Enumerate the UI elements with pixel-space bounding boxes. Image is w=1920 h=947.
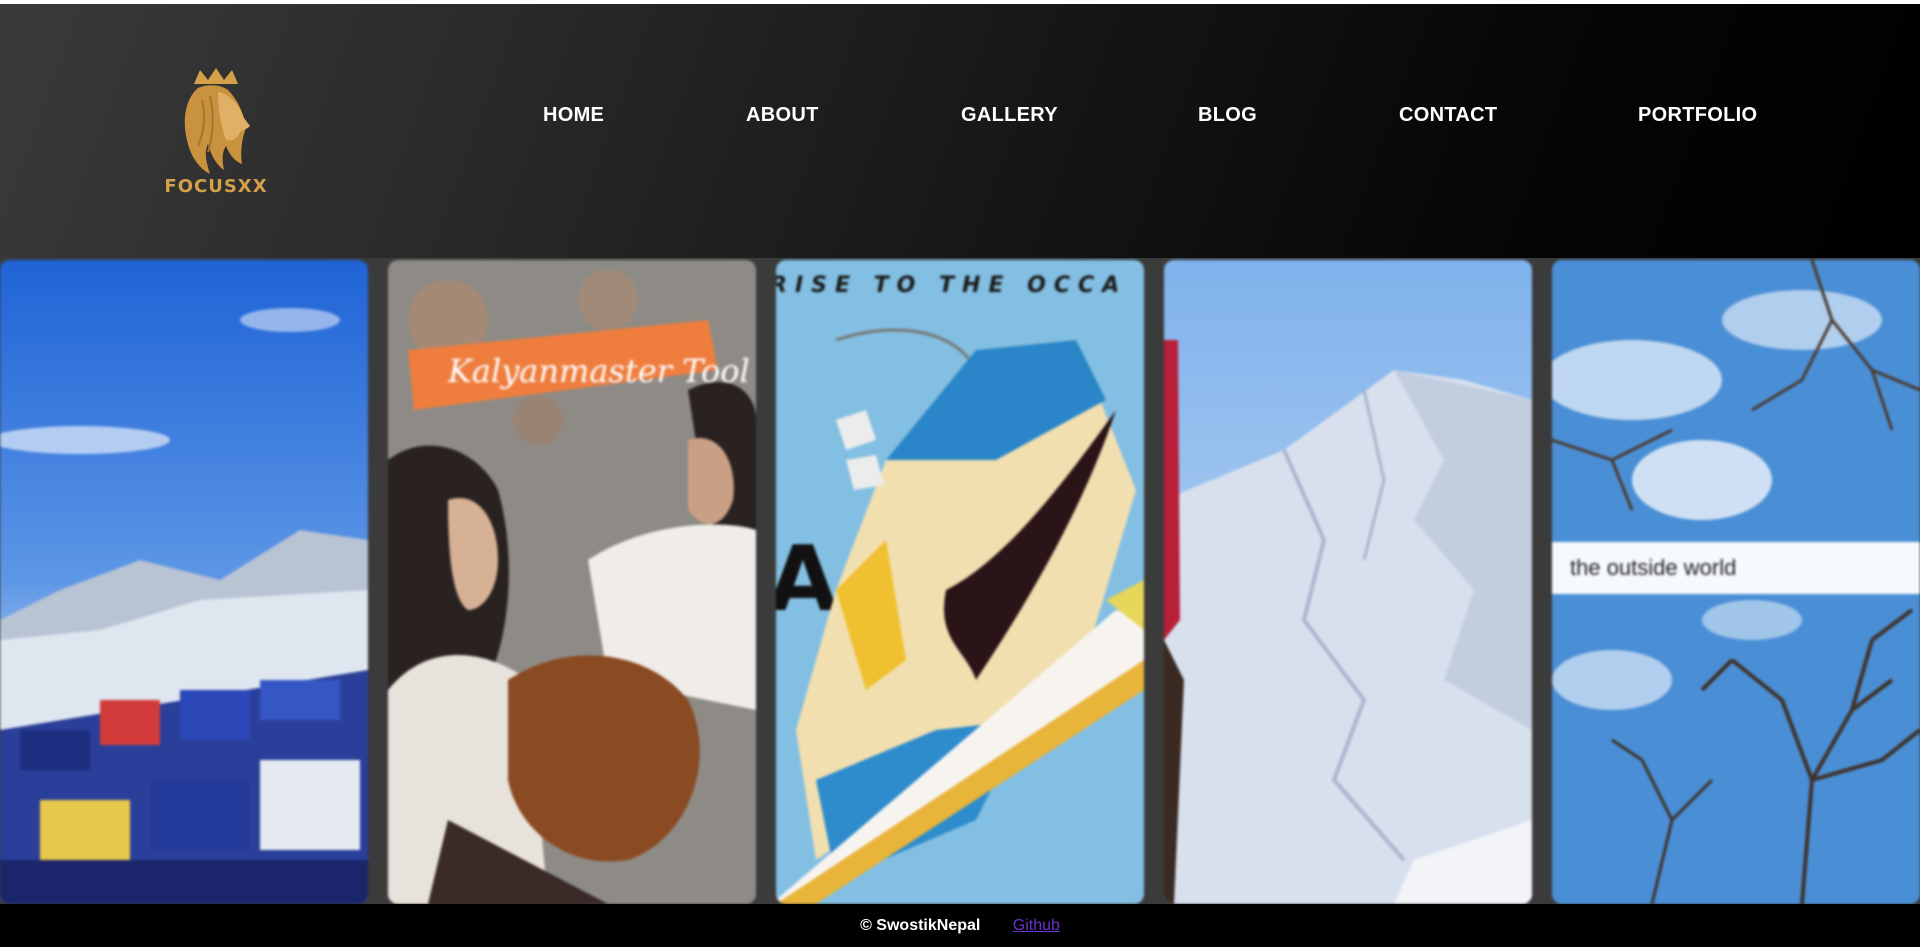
gallery-card-sneaker[interactable]: RISE TO THE OCCA A [776, 260, 1144, 904]
sneaker-ad-headline: RISE TO THE OCCA [776, 273, 1127, 298]
nav-contact[interactable]: CONTACT [1399, 104, 1497, 127]
github-link[interactable]: Github [1013, 917, 1060, 934]
logo-link[interactable]: FOCUSXX [158, 66, 274, 197]
site-header: FOCUSXX HOME ABOUT GALLERY BLOG CONTACT … [0, 4, 1920, 260]
nav-home[interactable]: HOME [543, 104, 604, 127]
gallery-card-mountain-village[interactable] [0, 260, 368, 904]
copyright-text: © SwostikNepal [860, 917, 981, 934]
nav-blog[interactable]: BLOG [1198, 104, 1257, 127]
gallery-card-snow-mountain[interactable] [1164, 260, 1532, 904]
snow-mountain-image [1164, 260, 1532, 904]
site-footer: © SwostikNepal Github [0, 904, 1920, 947]
nav-portfolio[interactable]: PORTFOLIO [1638, 104, 1757, 127]
brand-name: FOCUSXX [164, 176, 268, 197]
image-caption: the outside world [1552, 542, 1920, 594]
sneaker-image: RISE TO THE OCCA A [776, 260, 1144, 904]
lion-crown-icon [184, 68, 250, 174]
gallery-card-trees-sky[interactable]: the outside world [1552, 260, 1920, 904]
gallery-strip: Kalyanmaster Tool RISE TO THE OCCA A the… [0, 258, 1920, 904]
mountain-village-image [0, 260, 368, 904]
nav-gallery[interactable]: GALLERY [961, 104, 1058, 127]
gallery-card-couple-guitar[interactable]: Kalyanmaster Tool [388, 260, 756, 904]
nav-about[interactable]: ABOUT [746, 104, 819, 127]
couple-guitar-image: Kalyanmaster Tool [388, 260, 756, 904]
